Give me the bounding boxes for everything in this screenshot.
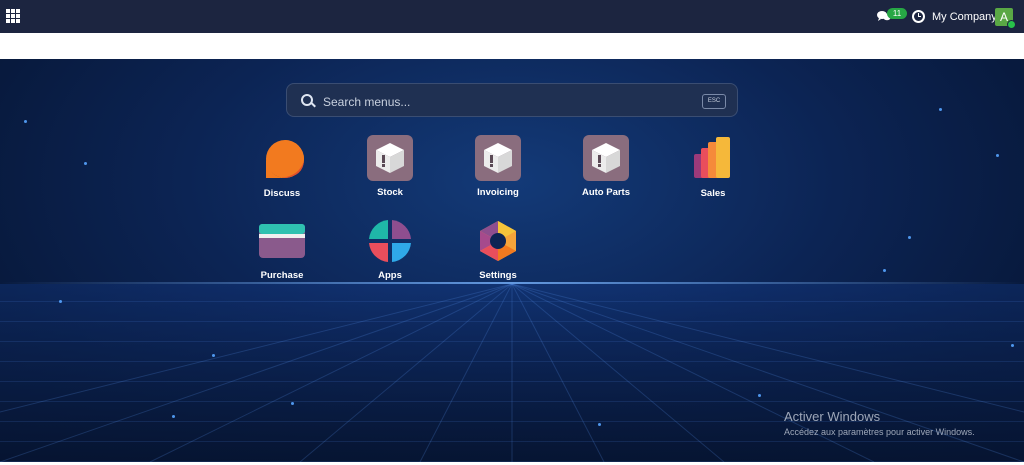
star-dot bbox=[84, 162, 87, 165]
app-label: Settings bbox=[479, 270, 517, 281]
package-box-icon bbox=[583, 135, 629, 181]
app-settings[interactable]: Settings bbox=[453, 218, 543, 281]
package-box-icon bbox=[367, 135, 413, 181]
top-navbar: 11 My Company A bbox=[0, 0, 1024, 33]
star-dot bbox=[908, 236, 911, 239]
search-menus-box[interactable]: ESC bbox=[286, 83, 738, 117]
app-apps[interactable]: Apps bbox=[345, 218, 435, 281]
sales-bars-icon bbox=[690, 136, 736, 182]
search-icon bbox=[301, 94, 313, 106]
star-dot bbox=[212, 354, 215, 357]
apps-quadrant-icon bbox=[367, 218, 413, 264]
online-status-dot bbox=[1007, 20, 1016, 29]
star-dot bbox=[59, 300, 62, 303]
home-menu-background: ESC Discuss Stock bbox=[0, 59, 1024, 462]
purchase-card-icon bbox=[259, 218, 305, 264]
star-dot bbox=[24, 120, 27, 123]
app-stock[interactable]: Stock bbox=[345, 135, 435, 198]
app-purchase[interactable]: Purchase bbox=[237, 218, 327, 281]
messages-count-badge: 11 bbox=[887, 8, 907, 19]
app-sales[interactable]: Sales bbox=[668, 136, 758, 199]
app-discuss[interactable]: Discuss bbox=[237, 136, 327, 199]
discuss-icon bbox=[259, 136, 305, 182]
star-dot bbox=[758, 394, 761, 397]
star-dot bbox=[996, 154, 999, 157]
app-auto-parts[interactable]: Auto Parts bbox=[561, 135, 651, 198]
search-input[interactable] bbox=[321, 92, 685, 112]
app-label: Apps bbox=[378, 270, 402, 281]
esc-key-hint: ESC bbox=[702, 94, 726, 109]
app-label: Stock bbox=[377, 187, 403, 198]
apps-grid-icon[interactable] bbox=[6, 9, 20, 23]
app-label: Invoicing bbox=[477, 187, 519, 198]
star-dot bbox=[939, 108, 942, 111]
star-dot bbox=[598, 423, 601, 426]
app-invoicing[interactable]: Invoicing bbox=[453, 135, 543, 198]
windows-activation-title: Activer Windows bbox=[784, 409, 881, 424]
star-dot bbox=[291, 402, 294, 405]
app-label: Discuss bbox=[263, 188, 301, 199]
activity-clock-icon[interactable] bbox=[912, 10, 925, 23]
company-switcher[interactable]: My Company bbox=[932, 11, 997, 23]
app-label: Purchase bbox=[260, 270, 304, 281]
settings-hexagon-icon bbox=[475, 218, 521, 264]
star-dot bbox=[1011, 344, 1014, 347]
star-dot bbox=[172, 415, 175, 418]
control-panel-strip bbox=[0, 33, 1024, 60]
package-box-icon bbox=[475, 135, 521, 181]
windows-activation-subtitle: Accédez aux paramètres pour activer Wind… bbox=[784, 427, 975, 437]
star-dot bbox=[883, 269, 886, 272]
app-label: Auto Parts bbox=[581, 187, 631, 198]
app-label: Sales bbox=[700, 188, 726, 199]
horizon-line bbox=[0, 282, 1024, 284]
